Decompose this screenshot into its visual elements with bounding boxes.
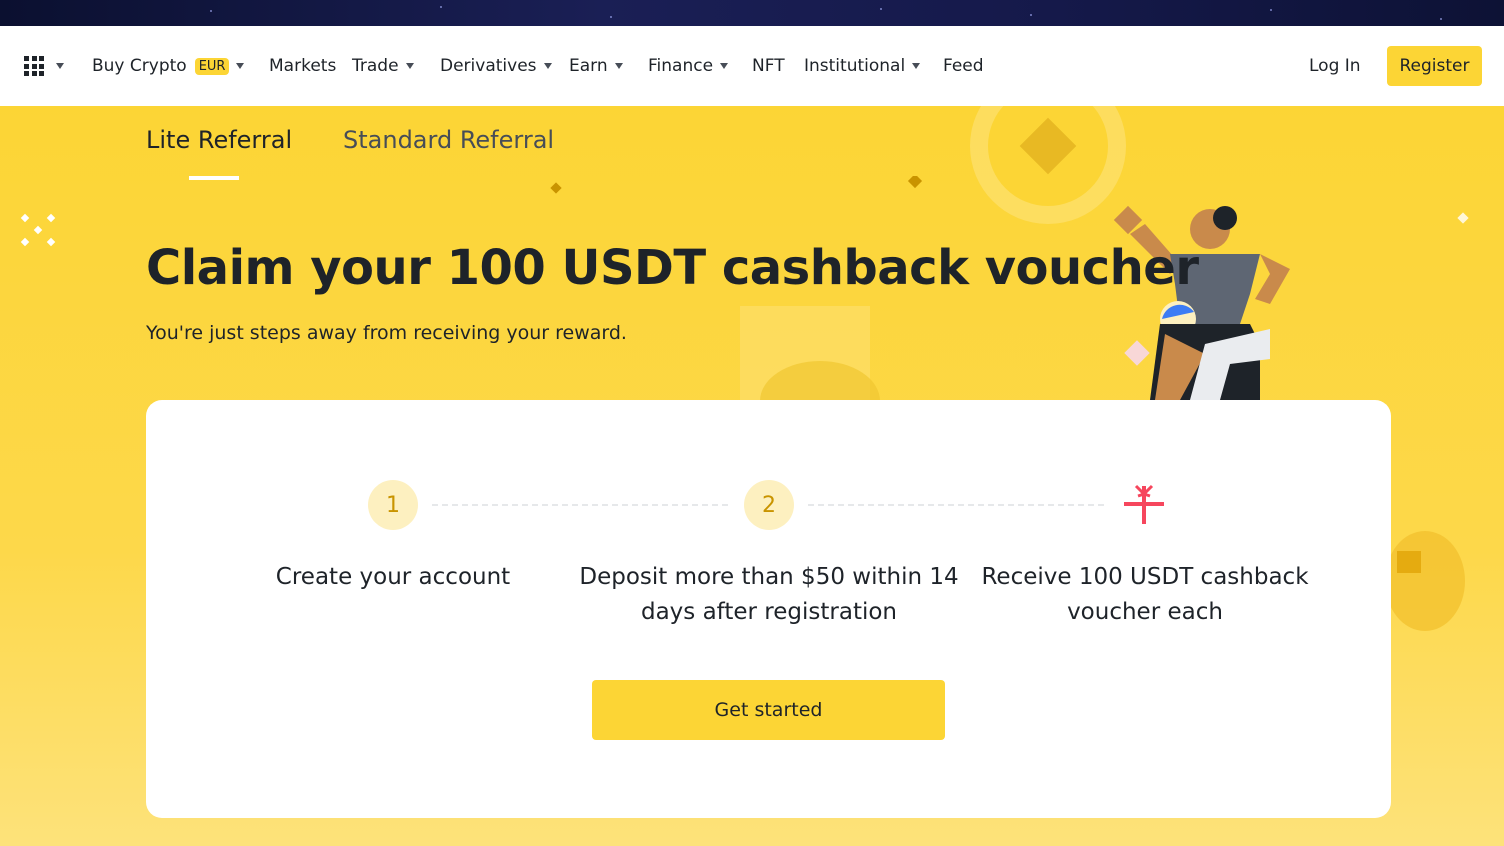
chevron-down-icon [720,63,729,69]
app-menu-button[interactable] [24,55,68,77]
step-2-number: 2 [744,480,794,530]
login-link[interactable]: Log In [1309,26,1361,106]
nav-label: Markets [269,56,337,76]
nav-markets[interactable]: Markets [269,26,336,106]
nav-nft[interactable]: NFT [752,26,785,106]
tab-lite-referral[interactable]: Lite Referral [146,126,292,154]
coin-decoration [1385,531,1465,631]
nav-label: Earn [569,56,608,76]
active-tab-indicator [189,176,239,180]
register-button[interactable]: Register [1387,46,1482,86]
page-subtitle: You're just steps away from receiving yo… [146,322,627,344]
step-1-text: Create your account [275,564,511,590]
get-started-button[interactable]: Get started [592,680,945,740]
referral-hero: Lite Referral Standard Referral Claim yo… [0,106,1504,846]
coin-decoration [970,106,1126,224]
nav-label: Trade [352,56,399,76]
chevron-down-icon [236,63,245,69]
nav-label: Buy Crypto [92,56,187,76]
nav-feed[interactable]: Feed [943,26,984,106]
chevron-down-icon [405,63,414,69]
nav-label: NFT [752,56,785,76]
top-banner-strip [0,0,1504,26]
currency-badge: EUR [194,57,230,75]
tab-standard-referral[interactable]: Standard Referral [343,126,554,154]
chevron-down-icon [614,63,623,69]
coin-decoration [740,306,880,401]
gift-icon [1124,484,1164,524]
nav-label: Institutional [804,56,906,76]
nav-trade[interactable]: Trade [352,26,414,106]
referral-steps-card: 1 2 Create your account Deposit more tha… [146,400,1391,818]
nav-earn[interactable]: Earn [569,26,623,106]
step-3-text: Receive 100 USDT cashback voucher each [981,564,1309,625]
grid-icon [24,56,44,76]
chevron-down-icon [56,63,64,69]
sparkle-decoration [1457,212,1469,224]
page-title: Claim your 100 USDT cashback voucher [146,240,1199,296]
nav-label: Feed [943,56,984,76]
sparkle-decoration [550,176,923,194]
chevron-down-icon [912,63,921,69]
chevron-down-icon [543,63,552,69]
nav-derivatives[interactable]: Derivatives [440,26,552,106]
nav-finance[interactable]: Finance [648,26,729,106]
step-2-text: Deposit more than $50 within 14 days aft… [579,564,959,625]
person-illustration [1113,205,1290,400]
nav-label: Derivatives [440,56,537,76]
step-connector [808,504,1104,506]
nav-institutional[interactable]: Institutional [804,26,921,106]
step-1-number: 1 [368,480,418,530]
nav-label: Finance [648,56,714,76]
sparkle-decoration [20,213,56,247]
nav-buy-crypto[interactable]: Buy Crypto EUR [92,26,245,106]
step-connector [432,504,728,506]
top-navbar: Buy Crypto EUR Markets Trade Derivatives… [0,26,1504,106]
